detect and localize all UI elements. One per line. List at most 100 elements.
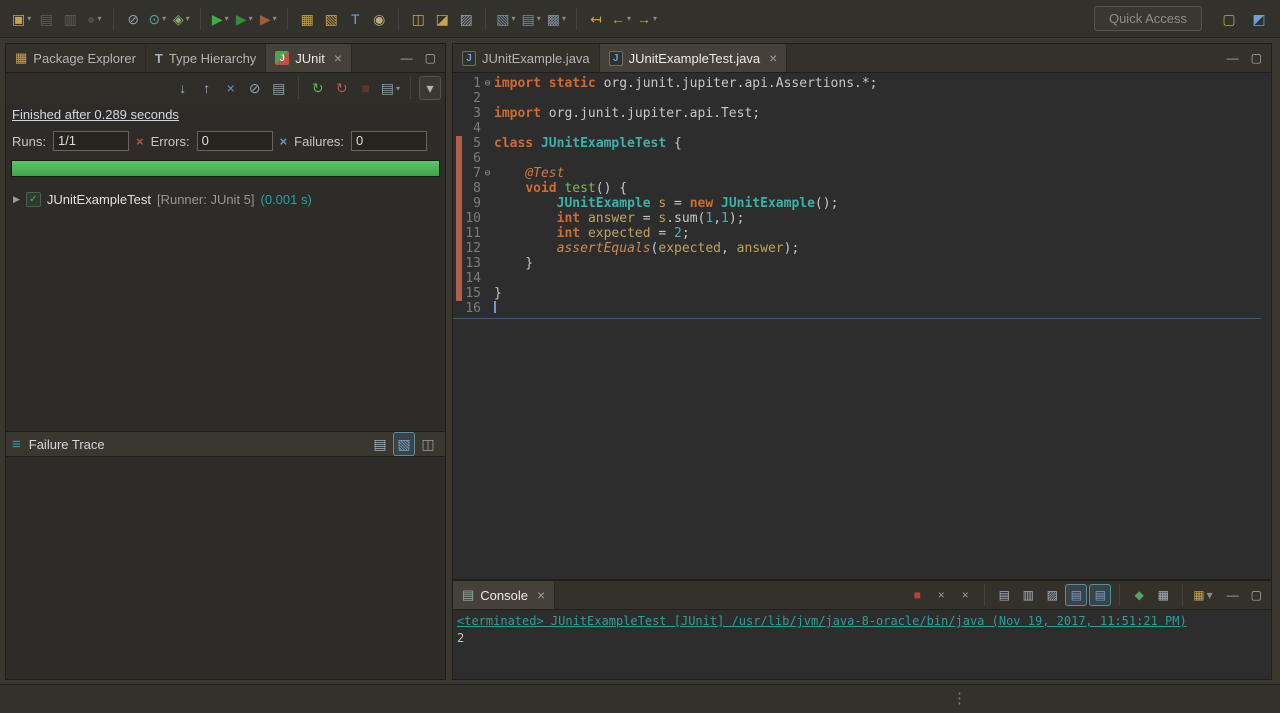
save-button[interactable]: ▤ xyxy=(35,7,57,31)
open-console-button[interactable]: ▦▾ xyxy=(1191,584,1214,606)
minimize-console-icon[interactable]: — xyxy=(1227,588,1239,602)
tab-junitexample-java[interactable]: J JUnitExample.java xyxy=(453,44,600,72)
team-sync-button[interactable]: ▩▾ xyxy=(545,7,568,31)
view-menu-button[interactable]: ▾ xyxy=(419,76,441,100)
filter-stack-trace-button[interactable]: ▤ xyxy=(369,432,391,456)
save-all-button[interactable]: ▥ xyxy=(59,7,81,31)
dropdown-arrow-icon[interactable]: ▾ xyxy=(1207,588,1213,602)
maximize-editor-icon[interactable]: ▢ xyxy=(1251,51,1262,65)
dropdown-arrow-icon[interactable]: ▾ xyxy=(627,14,631,23)
import-button[interactable]: ◫ xyxy=(407,7,429,31)
code-line-5[interactable]: class JUnitExampleTest { xyxy=(494,136,1271,151)
dropdown-arrow-icon[interactable]: ▾ xyxy=(653,14,657,23)
code-line-2[interactable] xyxy=(494,91,1271,106)
run-button[interactable]: ▶▾ xyxy=(209,7,231,31)
line-number[interactable]: 1 xyxy=(455,76,481,91)
word-wrap-button[interactable]: ▨ xyxy=(1041,584,1063,606)
remove-all-terminated-button[interactable]: × xyxy=(954,584,976,606)
line-number[interactable]: 16 xyxy=(455,301,481,316)
code-line-14[interactable] xyxy=(494,271,1271,286)
tab-junit[interactable]: J JUnit × xyxy=(266,44,352,72)
quick-access-button[interactable]: Quick Access xyxy=(1094,6,1202,31)
coverage-button[interactable]: ◈▾ xyxy=(170,7,192,31)
open-type-button[interactable]: T xyxy=(344,7,366,31)
minimize-view-icon[interactable]: — xyxy=(401,51,413,65)
code-line-16[interactable] xyxy=(494,301,1271,316)
sash-drag-handle[interactable]: ⋮ xyxy=(952,689,967,707)
rerun-failed-first-button[interactable]: ↻ xyxy=(331,76,353,100)
dropdown-arrow-icon[interactable]: ▾ xyxy=(249,14,253,23)
code-line-8[interactable]: void test() { xyxy=(494,181,1271,196)
dropdown-arrow-icon[interactable]: ▾ xyxy=(97,14,101,23)
terminate-button[interactable]: ■ xyxy=(906,584,928,606)
dropdown-arrow-icon[interactable]: ▾ xyxy=(27,14,31,23)
code-line-13[interactable]: } xyxy=(494,256,1271,271)
code-line-6[interactable] xyxy=(494,151,1271,166)
show-time-button[interactable]: ▤ xyxy=(268,76,290,100)
skipped-only-button[interactable]: ⊘ xyxy=(244,76,266,100)
code-line-15[interactable]: } xyxy=(494,286,1271,301)
pin-console-button[interactable]: ◆ xyxy=(1128,584,1150,606)
clear-console-button[interactable]: ▤ xyxy=(993,584,1015,606)
code-line-7[interactable]: @Test xyxy=(494,166,1271,181)
fold-marker-icon[interactable]: ⊖ xyxy=(481,76,494,91)
minimize-editor-icon[interactable]: — xyxy=(1227,51,1239,65)
dropdown-arrow-icon[interactable]: ▾ xyxy=(225,14,229,23)
maximize-console-icon[interactable]: ▢ xyxy=(1251,588,1262,602)
tab-console[interactable]: ▤ Console × xyxy=(453,581,555,609)
rerun-test-button[interactable]: ↻ xyxy=(307,76,329,100)
java-browsing-button[interactable]: ▧▾ xyxy=(494,7,517,31)
maximize-view-icon[interactable]: ▢ xyxy=(425,51,436,65)
external-tools-button[interactable]: ▶▾ xyxy=(257,7,279,31)
code-line-4[interactable] xyxy=(494,121,1271,136)
remove-launch-button[interactable]: × xyxy=(930,584,952,606)
code-line-11[interactable]: int expected = 2; xyxy=(494,226,1271,241)
dropdown-arrow-icon[interactable]: ▾ xyxy=(537,14,541,23)
close-tab-icon[interactable]: × xyxy=(769,50,777,66)
compare-results-button[interactable]: ◫ xyxy=(417,432,439,456)
back-button[interactable]: ←▾ xyxy=(609,7,633,31)
dropdown-arrow-icon[interactable]: ▾ xyxy=(396,84,400,93)
last-edit-location-button[interactable]: ↤ xyxy=(585,7,607,31)
expand-caret-icon[interactable]: ▶ xyxy=(13,194,20,205)
dropdown-arrow-icon[interactable]: ▾ xyxy=(273,14,277,23)
search-button[interactable]: ◉ xyxy=(368,7,390,31)
previous-failure-button[interactable]: ↑ xyxy=(196,76,218,100)
code-line-3[interactable]: import org.junit.jupiter.api.Test; xyxy=(494,106,1271,121)
line-number[interactable]: 4 xyxy=(455,121,481,136)
forward-button[interactable]: →▾ xyxy=(635,7,659,31)
line-number[interactable]: 3 xyxy=(455,106,481,121)
code-line-1[interactable]: import static org.junit.jupiter.api.Asse… xyxy=(494,76,1271,91)
display-console-button[interactable]: ▦ xyxy=(1152,584,1174,606)
next-failure-button[interactable]: ↓ xyxy=(172,76,194,100)
dropdown-arrow-icon[interactable]: ▾ xyxy=(562,14,566,23)
new-java-project-button[interactable]: ▦ xyxy=(296,7,318,31)
stop-test-button[interactable]: ■ xyxy=(355,76,377,100)
new-wizard-button[interactable]: ▣▾ xyxy=(10,7,33,31)
dropdown-arrow-icon[interactable]: ▾ xyxy=(511,14,515,23)
launch-profile-button[interactable]: ●▾ xyxy=(83,7,105,31)
test-run-history-button[interactable]: ▤▾ xyxy=(379,76,402,100)
dropdown-arrow-icon[interactable]: ▾ xyxy=(186,14,190,23)
show-trace-in-console-button[interactable]: ▧ xyxy=(393,432,415,456)
open-view-button[interactable]: ▤▾ xyxy=(520,7,543,31)
scroll-lock-button[interactable]: ▥ xyxy=(1017,584,1039,606)
code-line-12[interactable]: assertEquals(expected, answer); xyxy=(494,241,1271,256)
show-stdout-changed-button[interactable]: ▤ xyxy=(1065,584,1087,606)
annotate-button[interactable]: ▨ xyxy=(455,7,477,31)
dropdown-arrow-icon[interactable]: ▾ xyxy=(162,14,166,23)
new-package-button[interactable]: ▧ xyxy=(320,7,342,31)
skip-breakpoints-button[interactable]: ⊘ xyxy=(122,7,144,31)
code-line-10[interactable]: int answer = s.sum(1,1); xyxy=(494,211,1271,226)
fold-marker-icon[interactable]: ⊖ xyxy=(481,166,494,181)
line-number[interactable]: 2 xyxy=(455,91,481,106)
failures-only-button[interactable]: × xyxy=(220,76,242,100)
open-perspective-button[interactable]: ▢ xyxy=(1218,7,1240,31)
show-stderr-changed-button[interactable]: ▤ xyxy=(1089,584,1111,606)
tab-junitexampletest-java[interactable]: J JUnitExampleTest.java × xyxy=(600,44,788,72)
java-perspective-button[interactable]: ◩ xyxy=(1248,7,1270,31)
tab-package-explorer[interactable]: ▦ Package Explorer xyxy=(6,44,146,72)
test-tree-item[interactable]: ▶ ✓ JUnitExampleTest [Runner: JUnit 5] (… xyxy=(6,189,445,209)
code-line-9[interactable]: JUnitExample s = new JUnitExample(); xyxy=(494,196,1271,211)
code-editor[interactable]: 1⊖234567⊖8910111213141516 import static … xyxy=(453,73,1271,579)
